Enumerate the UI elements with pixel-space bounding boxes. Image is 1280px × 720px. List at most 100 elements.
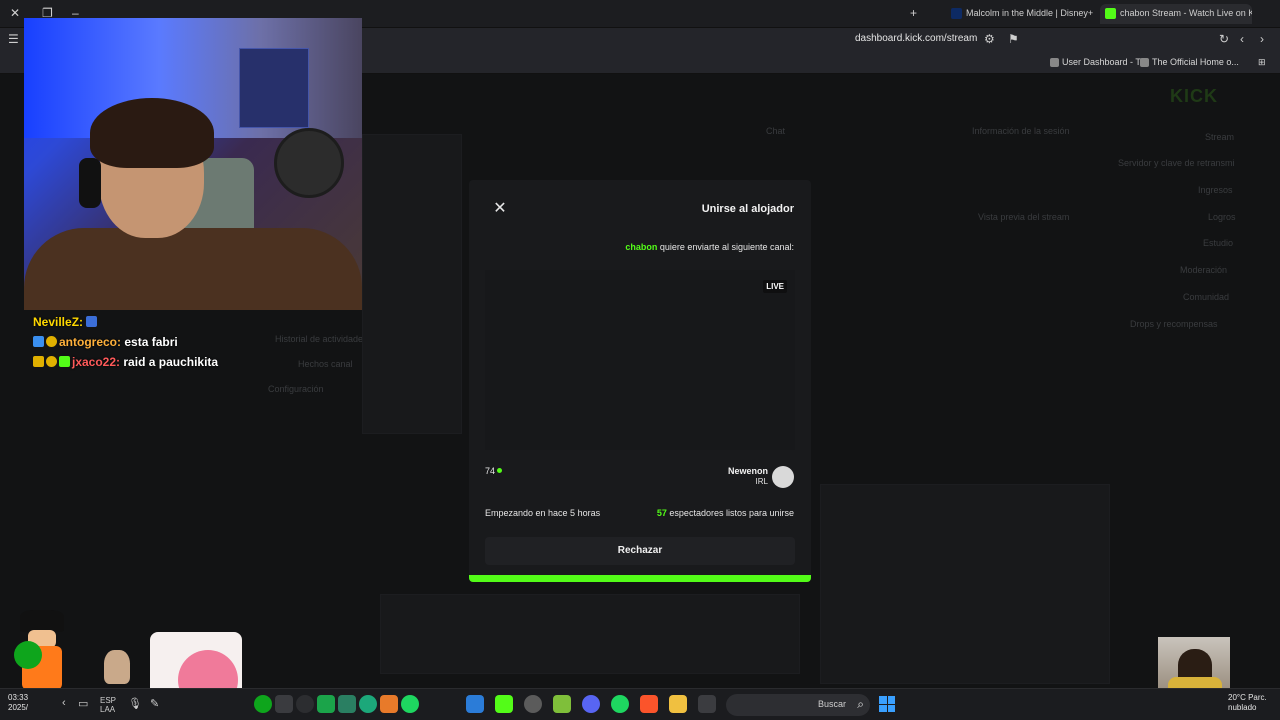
tab-label: chabon Stream - Watch Live on K [1120, 8, 1252, 18]
crown-badge-icon [33, 356, 44, 367]
steam-icon[interactable] [466, 695, 484, 713]
target-channel-name[interactable]: Newenon [728, 466, 768, 476]
site-settings-icon[interactable]: ⚙ [984, 32, 995, 46]
modal-title: Unirse al alojador [701, 203, 794, 215]
app-icon[interactable] [359, 695, 377, 713]
back-icon[interactable]: ‹ [1240, 32, 1244, 46]
app-icon[interactable] [553, 695, 571, 713]
bookmark-favicon-icon [1050, 58, 1059, 68]
close-window-icon[interactable]: ✕ [10, 6, 20, 20]
discord-icon[interactable] [582, 695, 600, 713]
chat-username: antogreco [59, 335, 118, 349]
sidebar-item-drops[interactable]: Drops y recompensas [1130, 319, 1218, 329]
modal-subtitle: chabon quiere enviarte al siguiente cana… [625, 242, 794, 252]
channel-preview[interactable] [485, 270, 795, 450]
target-category: IRL [755, 477, 768, 486]
app-icon[interactable] [380, 695, 398, 713]
kick-favicon-icon [1105, 8, 1116, 19]
bookmark-official-home[interactable]: The Official Home o... [1140, 57, 1239, 68]
sidebar-item-comunidad[interactable]: Comunidad [1183, 292, 1229, 302]
dim-panel [380, 594, 800, 674]
pen-icon[interactable]: ✎ [150, 697, 159, 710]
brave-browser-icon[interactable] [640, 695, 658, 713]
bookmark-user-dashboard[interactable]: User Dashboard - T... [1050, 57, 1147, 68]
url-field[interactable]: dashboard.kick.com/stream [855, 33, 977, 44]
reject-button[interactable]: Rechazar [485, 537, 795, 565]
apps-icon[interactable]: ⊞ [1258, 57, 1266, 68]
sidebar-item-logros[interactable]: Logros [1208, 212, 1236, 222]
start-time: Empezando en hace 5 horas [485, 508, 601, 518]
bookmark-favicon-icon [1140, 58, 1149, 68]
weather-widget[interactable]: 20°C Parc. nublado [1228, 693, 1278, 713]
webcam-overlay [24, 18, 362, 310]
reload-icon[interactable]: ↻ [1219, 32, 1229, 46]
green-emblem [14, 641, 42, 669]
app-icon[interactable] [338, 695, 356, 713]
tray-chevron-icon[interactable]: ‹ [62, 697, 66, 709]
tab-disney[interactable]: Malcolm in the Middle | Disney+ [946, 4, 1098, 24]
sub-badge-icon [33, 336, 44, 347]
chat-username: jxaco22 [72, 355, 117, 369]
sidebar-item-estudio[interactable]: Estudio [1203, 238, 1233, 248]
desk-fan [274, 128, 344, 198]
app-icon[interactable] [254, 695, 272, 713]
chat-message: jxaco22: raid a pauchikita [33, 352, 363, 372]
microphone-icon[interactable]: 🎙 [128, 697, 142, 710]
app-icon[interactable] [275, 695, 293, 713]
chat-text: raid a pauchikita [123, 355, 219, 369]
tab-kick[interactable]: chabon Stream - Watch Live on K [1100, 4, 1252, 24]
spotify-icon[interactable] [401, 695, 419, 713]
windows-start-icon[interactable] [879, 696, 895, 712]
app-icon[interactable] [296, 695, 314, 713]
live-dot-icon [497, 468, 503, 473]
new-tab-icon[interactable]: + [910, 6, 917, 20]
search-icon: ⌕ [857, 697, 864, 711]
ready-viewers: 57 espectadores listos para unirse [656, 508, 794, 518]
kick-logo: KICK [1170, 86, 1218, 106]
sidebar-item-ingresos[interactable]: Ingresos [1198, 185, 1233, 195]
app-icon[interactable] [317, 695, 335, 713]
taskbar-search[interactable]: Buscar ⌕ [726, 694, 870, 716]
host-raid-modal: ✕ Unirse al alojador chabon quiere envia… [469, 180, 811, 582]
level-badge-icon [46, 356, 57, 367]
chat-message: NevilleZ: [33, 312, 363, 332]
close-icon[interactable]: ✕ [490, 198, 510, 220]
sidebar-item-moderacion[interactable]: Moderación [1180, 265, 1227, 275]
chat-username: NevilleZ [33, 315, 80, 329]
sidebar-item-stream[interactable]: Stream [1205, 132, 1234, 142]
menu-icon[interactable]: ☰ [8, 32, 19, 46]
display-icon[interactable]: ▭ [78, 697, 88, 710]
sidebar-item-servidor[interactable]: Servidor y clave de retransmi [1118, 158, 1235, 168]
session-info-label: Información de la sesión [972, 126, 1070, 136]
file-explorer-icon[interactable] [669, 695, 687, 713]
cat-sticker [104, 650, 130, 684]
language-indicator[interactable]: ESP LAA [100, 696, 116, 714]
stream-preview-label: Vista previa del stream [978, 212, 1070, 222]
level-badge-icon [46, 336, 57, 347]
streamer-body [24, 228, 362, 310]
emote-icon [86, 316, 98, 327]
taskbar-clock[interactable]: 03:33 2025/ [8, 693, 28, 713]
task-view-icon[interactable] [698, 695, 716, 713]
obs-icon[interactable] [524, 695, 542, 713]
forward-icon[interactable]: › [1260, 32, 1264, 46]
streamer-hair [90, 98, 214, 168]
stream-chat-overlay: NevilleZ: antogreco: esta fabri jxaco22:… [33, 312, 363, 372]
chat-panel-label: Chat [766, 126, 786, 136]
countdown-progress [469, 575, 811, 582]
bookmark-icon[interactable]: ⚑ [1008, 32, 1019, 46]
kick-app-icon[interactable] [495, 695, 513, 713]
countdown-progress-fill [469, 575, 811, 582]
target-avatar[interactable] [772, 466, 794, 488]
viewer-count: 74 [485, 466, 503, 476]
search-placeholder: Buscar [817, 699, 846, 709]
taskbar: 03:33 2025/ ‹ ▭ ESP LAA 🎙 ✎ Buscar ⌕ 20° [0, 688, 1280, 720]
headphones [79, 158, 101, 208]
tab-label: Malcolm in the Middle | Disney+ [966, 8, 1094, 18]
chat-text: esta fabri [124, 335, 178, 349]
dim-panel [362, 134, 462, 434]
wall-poster [239, 48, 309, 128]
spotify-icon[interactable] [611, 695, 629, 713]
screen: ✕ ❐ – + Malcolm in the Middle | Disney+ … [0, 0, 1280, 720]
source-channel[interactable]: chabon [625, 242, 657, 252]
